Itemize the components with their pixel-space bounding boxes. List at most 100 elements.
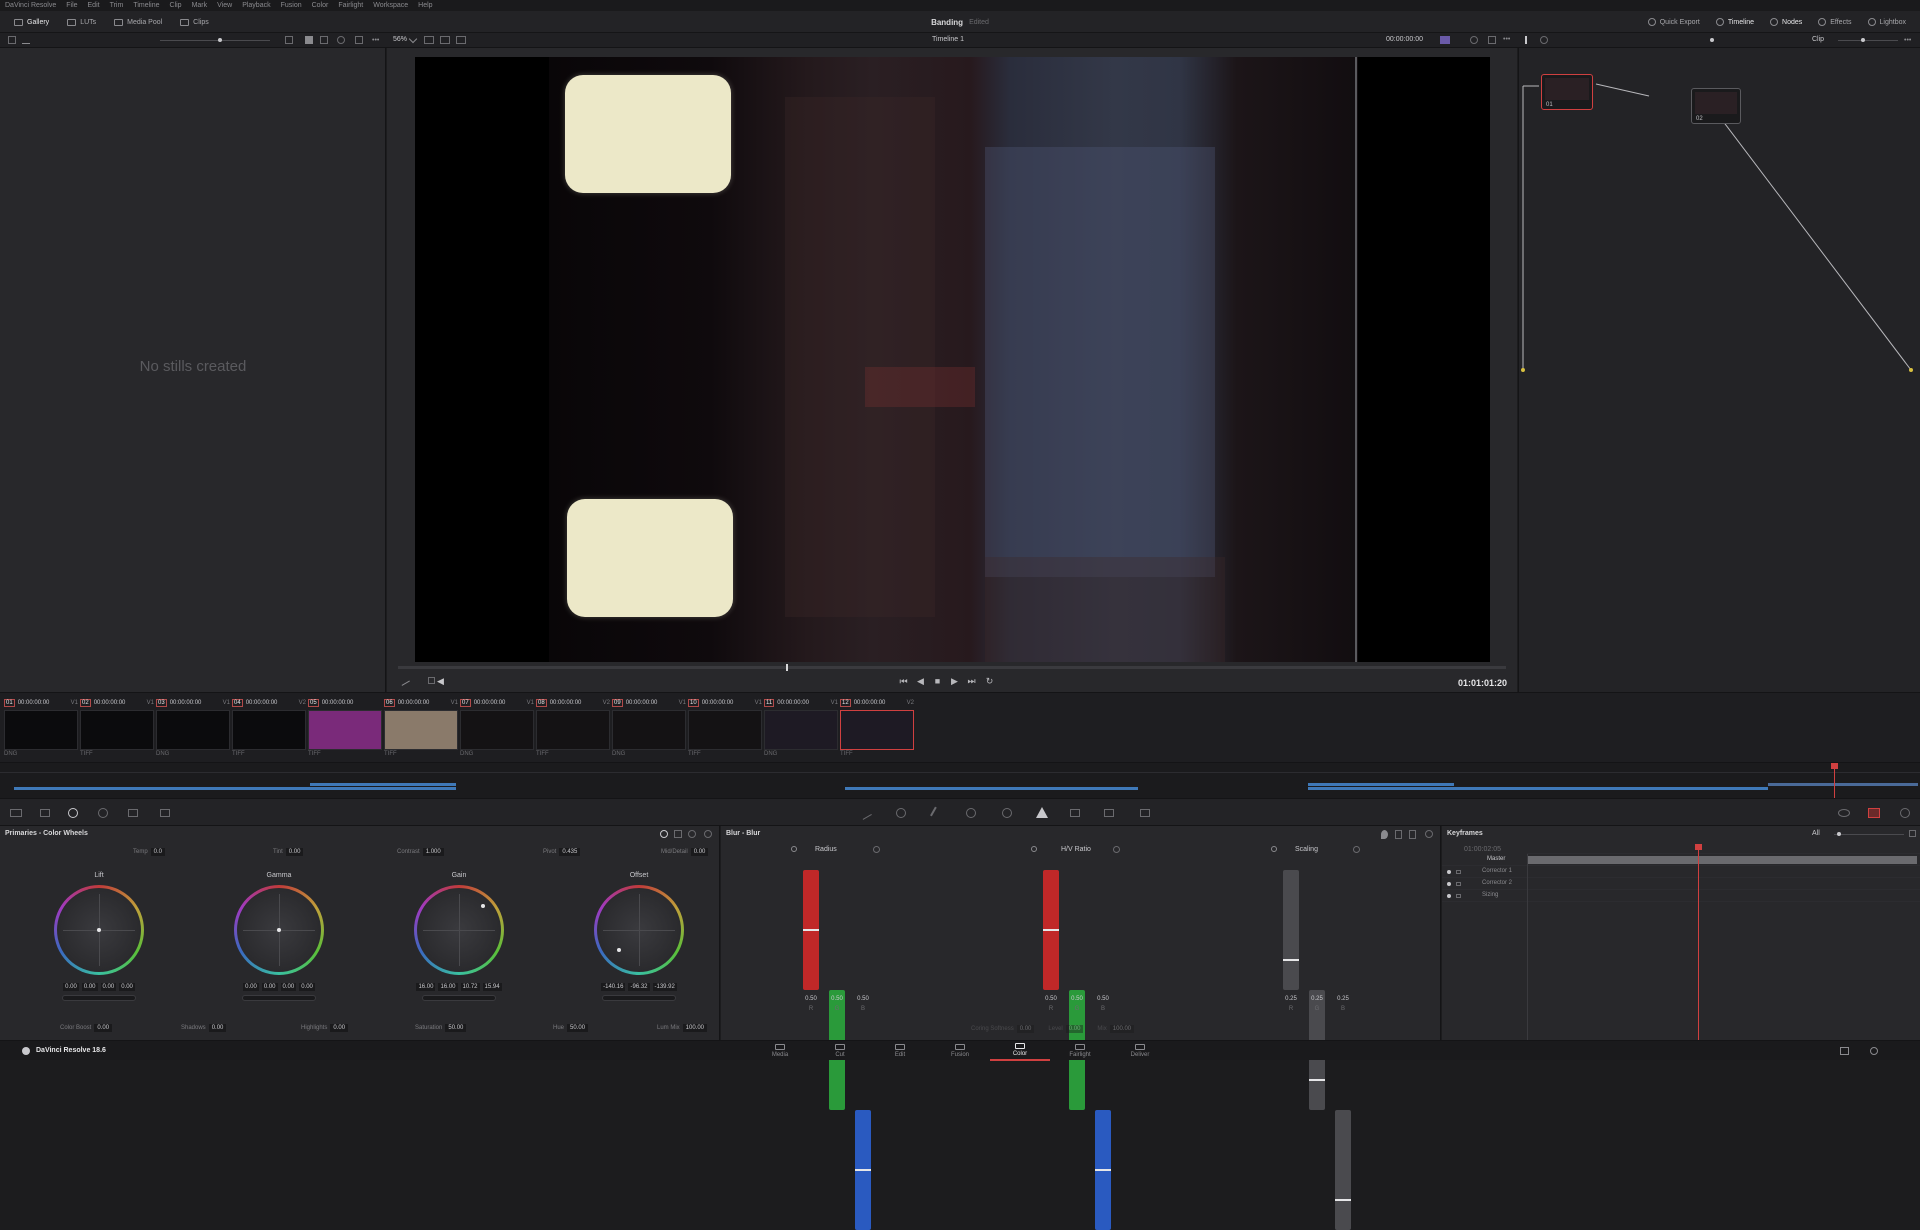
param-value[interactable]: 0.00 (1016, 1025, 1035, 1033)
topbar-clips-button[interactable]: Clips (174, 14, 215, 30)
page-tab-edit[interactable]: Edit (870, 1041, 930, 1061)
keyframes-playhead[interactable] (1698, 846, 1699, 1040)
node-editor[interactable]: 01 02 (1518, 48, 1920, 692)
node-01[interactable]: 01 (1541, 74, 1593, 110)
page-tab-fusion[interactable]: Fusion (930, 1041, 990, 1061)
param-color-boost[interactable]: Color Boost 0.00 (60, 1024, 113, 1032)
bars-mode-icon[interactable] (674, 830, 682, 838)
home-icon[interactable] (1840, 1047, 1849, 1055)
wheel-value[interactable]: 0.00 (100, 983, 117, 991)
settings-icon[interactable] (1900, 808, 1910, 818)
wheel-inner[interactable] (57, 888, 141, 972)
go-to-end-icon[interactable]: ⏭ (966, 676, 977, 686)
wheel-value[interactable]: 10.72 (460, 983, 480, 991)
blur-value[interactable]: 0.25 (1334, 996, 1352, 1002)
clip-thumbnail[interactable]: 03 00:00:00:00 V1 DNG (156, 699, 230, 757)
highlight-mode-icon[interactable] (1440, 36, 1450, 44)
play-icon[interactable]: ▶ (949, 676, 960, 686)
go-to-start-icon[interactable]: ⏮ (898, 676, 909, 686)
page-tab-deliver[interactable]: Deliver (1110, 1041, 1170, 1061)
slider-handle[interactable] (803, 929, 819, 931)
sharpen-mode-icon[interactable] (1395, 830, 1402, 839)
param-value[interactable]: 50.00 (445, 1024, 467, 1032)
color-wheel-gain[interactable] (414, 885, 504, 975)
blur-value[interactable]: 0.25 (1282, 996, 1300, 1002)
menu-item-edit[interactable]: Edit (88, 2, 100, 9)
wheel-value[interactable]: 16.00 (438, 983, 458, 991)
clip-thumbnail[interactable]: 01 00:00:00:00 V1 DNG (4, 699, 78, 757)
param-highlights[interactable]: Highlights 0.00 (301, 1024, 349, 1032)
param-mid-detail[interactable]: Mid/Detail 0.00 (661, 848, 709, 856)
menu-item-fairlight[interactable]: Fairlight (338, 2, 363, 9)
blur-slider-b[interactable] (1095, 1110, 1111, 1230)
blur-value[interactable]: 0.50 (1094, 996, 1112, 1002)
menu-item-file[interactable]: File (66, 2, 77, 9)
clip-thumbnail[interactable]: 08 00:00:00:00 V2 TIFF (536, 699, 610, 757)
keyframes-zoom-slider[interactable] (1834, 834, 1904, 835)
menu-item-clip[interactable]: Clip (170, 2, 182, 9)
wheel-value[interactable]: -139.92 (652, 983, 677, 991)
split-screen-icon[interactable] (440, 36, 450, 44)
topbar-lightbox-button[interactable]: Lightbox (1862, 14, 1912, 30)
viewer-more-icon[interactable]: ••• (1503, 36, 1510, 43)
mist-mode-icon[interactable] (1409, 830, 1416, 839)
keyframe-row[interactable]: Corrector 2 (1442, 878, 1920, 890)
loop-icon[interactable] (1470, 36, 1478, 44)
sidebar-toggle-icon[interactable] (8, 36, 16, 44)
keyframe-row[interactable]: Corrector 1 (1442, 866, 1920, 878)
color-wheel-gamma[interactable] (234, 885, 324, 975)
mini-timeline-ruler[interactable] (0, 763, 1920, 773)
clip-thumbnail[interactable]: 07 00:00:00:00 V1 DNG (460, 699, 534, 757)
node-zoom-slider[interactable] (1838, 40, 1898, 41)
play-reverse-icon[interactable]: ◀ (915, 676, 926, 686)
param-value[interactable]: 100.00 (682, 1024, 708, 1032)
blur-mode-icon[interactable] (1381, 830, 1388, 839)
menu-item-playback[interactable]: Playback (242, 2, 270, 9)
info-palette-icon[interactable] (1868, 808, 1880, 818)
import-still-icon[interactable] (22, 36, 30, 44)
curves-icon[interactable] (858, 806, 872, 820)
blur-icon[interactable] (1036, 807, 1048, 818)
keyframe-eye-icon[interactable] (1456, 870, 1461, 874)
param-hue[interactable]: Hue 50.00 (553, 1024, 589, 1032)
node-zoom-knob[interactable] (1861, 38, 1865, 42)
keyframes-playhead-head[interactable] (1695, 844, 1702, 850)
blur-slider-b[interactable] (1335, 1110, 1351, 1230)
track-segment[interactable] (310, 783, 456, 786)
fullscreen-icon[interactable] (1488, 36, 1496, 44)
param-value[interactable]: 1.000 (422, 848, 444, 856)
wheel-value[interactable]: 0.00 (63, 983, 79, 991)
wheel-jog-dial[interactable] (602, 995, 676, 1001)
gallery-zoom-slider[interactable] (160, 40, 270, 41)
keyframe-dot-icon[interactable] (1447, 894, 1451, 898)
viewer-mode-icon[interactable] (424, 36, 434, 44)
window-icon[interactable] (966, 808, 976, 818)
keyframe-eye-icon[interactable] (1456, 882, 1461, 886)
keyframe-row[interactable]: Master (1442, 854, 1920, 866)
hdr-icon[interactable] (98, 808, 108, 818)
topbar-gallery-button[interactable]: Gallery (8, 14, 55, 30)
page-tab-cut[interactable]: Cut (810, 1041, 870, 1061)
track-segment[interactable] (1308, 783, 1454, 786)
color-warper-icon[interactable] (896, 808, 906, 818)
keyframe-dot-icon[interactable] (1447, 870, 1451, 874)
param-value[interactable]: 0.00 (208, 1024, 227, 1032)
param-value[interactable]: 0.00 (285, 848, 304, 856)
search-icon[interactable] (337, 36, 345, 44)
slider-handle[interactable] (1283, 958, 1299, 961)
param-coring-softness[interactable]: Coring Softness 0.00 (971, 1025, 1035, 1033)
key-icon[interactable] (1070, 809, 1080, 817)
link-icon[interactable] (1031, 846, 1037, 852)
wheel-value[interactable]: 0.00 (119, 983, 135, 991)
param-contrast[interactable]: Contrast 1.000 (397, 848, 444, 856)
mini-timeline-playhead-head[interactable] (1831, 763, 1838, 769)
mini-timeline[interactable] (0, 762, 1920, 799)
wipe-icon[interactable] (456, 36, 466, 44)
slider-handle[interactable] (1335, 1198, 1351, 1201)
param-value[interactable]: 0.00 (330, 1024, 349, 1032)
topbar-timeline-button[interactable]: Timeline (1710, 14, 1760, 30)
param-value[interactable]: 0.00 (1065, 1025, 1084, 1033)
wheel-value[interactable]: 0.00 (243, 983, 259, 991)
keyframe-dot-icon[interactable] (1447, 882, 1451, 886)
node-zoom-indicator[interactable] (1710, 38, 1714, 42)
